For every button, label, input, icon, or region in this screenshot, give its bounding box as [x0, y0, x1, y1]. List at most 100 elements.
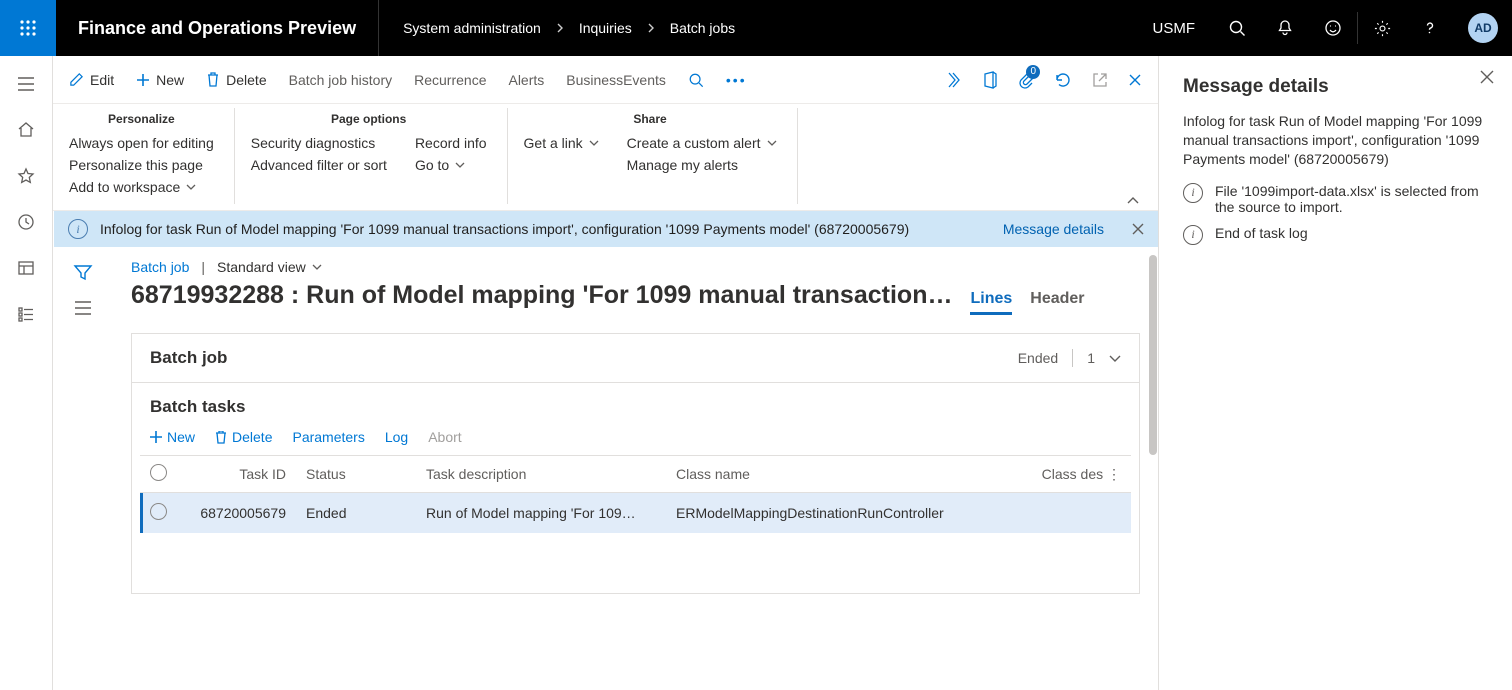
crumb-3[interactable]: Batch jobs: [670, 20, 735, 36]
refresh[interactable]: [1054, 71, 1072, 89]
more-actions[interactable]: •••: [726, 72, 747, 88]
card-title: Batch job: [150, 348, 227, 368]
task-new[interactable]: New: [150, 429, 195, 445]
notifications[interactable]: [1261, 0, 1309, 56]
crumb-1[interactable]: System administration: [403, 20, 541, 36]
col-desc[interactable]: Task description: [416, 456, 666, 493]
avatar[interactable]: AD: [1468, 13, 1498, 43]
task-toolbar: New Delete Parameters Log Abort: [132, 417, 1139, 455]
view-selector[interactable]: Standard view: [217, 259, 322, 275]
chevron-down-icon: [312, 263, 322, 271]
record-info[interactable]: Record info: [415, 132, 487, 154]
info-icon: i: [1183, 225, 1203, 245]
col-taskid[interactable]: Task ID: [186, 456, 296, 493]
infobar-close[interactable]: [1132, 223, 1144, 235]
task-log[interactable]: Log: [385, 429, 408, 445]
chevron-down-icon: [186, 183, 196, 191]
nav-favorites[interactable]: [0, 158, 53, 194]
settings[interactable]: [1358, 0, 1406, 56]
info-icon: i: [1183, 183, 1203, 203]
nav-recent[interactable]: [0, 204, 53, 240]
close-page[interactable]: [1128, 73, 1142, 87]
scrollbar[interactable]: [1149, 255, 1157, 455]
card-expand[interactable]: [1109, 354, 1121, 363]
batch-job-link[interactable]: Batch job: [131, 259, 189, 275]
col-status[interactable]: Status: [296, 456, 416, 493]
search-icon: [688, 72, 704, 88]
attachment-count: 0: [1026, 65, 1040, 79]
security-diagnostics[interactable]: Security diagnostics: [251, 132, 387, 154]
task-abort: Abort: [428, 429, 461, 445]
get-a-link[interactable]: Get a link: [524, 132, 599, 154]
batch-job-card: Batch job Ended 1 Batch tasks New Delete…: [131, 333, 1140, 594]
edit-button[interactable]: Edit: [69, 72, 114, 88]
nav-modules[interactable]: [0, 296, 53, 332]
close-icon: [1128, 73, 1142, 87]
close-details[interactable]: [1480, 70, 1494, 84]
add-to-workspace[interactable]: Add to workspace: [69, 176, 214, 198]
alerts-button[interactable]: Alerts: [508, 72, 544, 88]
business-events-label: BusinessEvents: [566, 72, 666, 88]
table-row[interactable]: 68720005679 Ended Run of Model mapping '…: [140, 493, 1131, 534]
nav-home[interactable]: [0, 112, 53, 148]
recurrence-button[interactable]: Recurrence: [414, 72, 486, 88]
global-header: Finance and Operations Preview System ad…: [0, 0, 1512, 56]
filter-funnel[interactable]: [73, 263, 93, 283]
popout[interactable]: [1092, 72, 1108, 88]
company-picker[interactable]: USMF: [1135, 20, 1214, 37]
tab-lines[interactable]: Lines: [970, 290, 1012, 315]
personalize-this-page[interactable]: Personalize this page: [69, 154, 214, 176]
col-class[interactable]: Class name: [666, 456, 1032, 493]
page-search[interactable]: [688, 72, 704, 88]
task-delete[interactable]: Delete: [215, 429, 272, 445]
power-apps[interactable]: [944, 71, 962, 89]
office-addins[interactable]: [982, 71, 998, 89]
batch-history-button[interactable]: Batch job history: [289, 72, 393, 88]
related-info[interactable]: [74, 301, 92, 315]
workspace-icon: [17, 259, 35, 277]
filter-rail: [53, 247, 113, 690]
refresh-icon: [1054, 71, 1072, 89]
col-classdesc[interactable]: Class des ⋮: [1032, 456, 1131, 493]
col-select[interactable]: [140, 456, 186, 493]
create-custom-alert[interactable]: Create a custom alert: [627, 132, 777, 154]
hamburger-icon: [17, 77, 35, 91]
collapse-ribbon[interactable]: [1126, 196, 1140, 206]
grid-header: Task ID Status Task description Class na…: [140, 456, 1131, 493]
nav-workspaces[interactable]: [0, 250, 53, 286]
popout-icon: [1092, 72, 1108, 88]
crumb-2[interactable]: Inquiries: [579, 20, 632, 36]
batch-tasks-title: Batch tasks: [132, 382, 1139, 417]
manage-my-alerts[interactable]: Manage my alerts: [627, 154, 777, 176]
business-events-button[interactable]: BusinessEvents: [566, 72, 666, 88]
breadcrumb: System administration Inquiries Batch jo…: [379, 20, 759, 36]
message-details-link[interactable]: Message details: [1003, 221, 1104, 237]
always-open-editing[interactable]: Always open for editing: [69, 132, 214, 154]
global-search[interactable]: [1213, 0, 1261, 56]
new-button[interactable]: New: [136, 72, 184, 88]
advanced-filter[interactable]: Advanced filter or sort: [251, 154, 387, 176]
cell-desc: Run of Model mapping 'For 109…: [416, 493, 666, 534]
feedback[interactable]: [1309, 0, 1357, 56]
more-cols-icon[interactable]: ⋮: [1107, 466, 1121, 482]
options-ribbon: Personalize Always open for editing Pers…: [53, 104, 1158, 211]
help[interactable]: [1406, 0, 1454, 56]
nav-toggle[interactable]: [0, 66, 53, 102]
go-to[interactable]: Go to: [415, 154, 487, 176]
delete-button[interactable]: Delete: [206, 72, 266, 88]
task-parameters[interactable]: Parameters: [292, 429, 364, 445]
app-launcher[interactable]: [0, 0, 56, 56]
ribbon-group-personalize: Personalize Always open for editing Pers…: [69, 108, 235, 204]
search-icon: [1228, 19, 1246, 37]
details-item: i End of task log: [1183, 225, 1488, 245]
row-select-circle[interactable]: [150, 503, 167, 520]
ribbon-group-page-options: Page options Security diagnostics Advanc…: [251, 108, 508, 204]
alerts-label: Alerts: [508, 72, 544, 88]
trash-icon: [215, 431, 227, 444]
action-bar-right: 0: [944, 71, 1142, 89]
tab-header[interactable]: Header: [1030, 290, 1084, 315]
app-title[interactable]: Finance and Operations Preview: [56, 0, 379, 56]
attachments[interactable]: 0: [1018, 71, 1034, 89]
select-all-circle[interactable]: [150, 464, 167, 481]
gear-icon: [1373, 19, 1392, 38]
